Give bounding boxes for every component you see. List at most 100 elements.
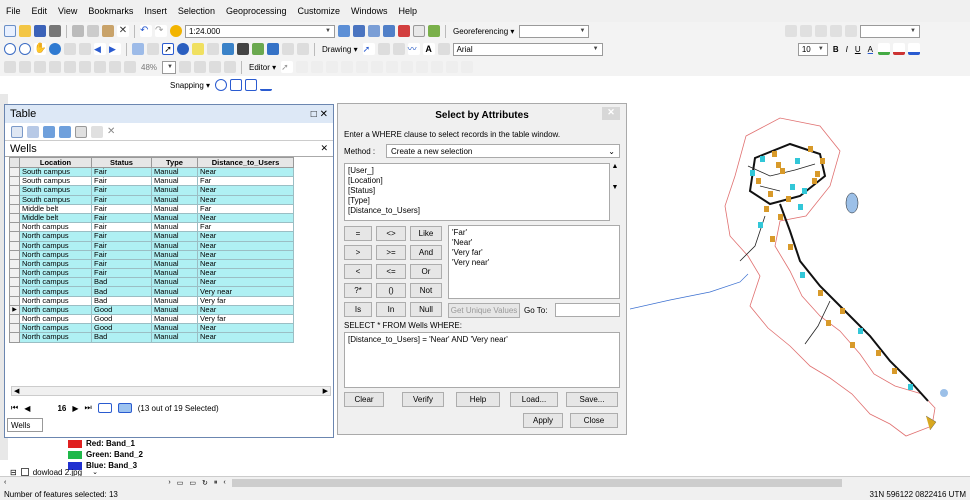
identify-icon[interactable] <box>177 43 189 55</box>
show-selected-records-icon[interactable] <box>117 403 132 413</box>
map-horizontal-scrollbar[interactable]: ‹ › ▭ ▭ ↻ ⏸ ‹ <box>0 476 970 488</box>
method-select[interactable]: Create a new selection ⌄ <box>386 144 620 158</box>
close-button[interactable]: Close <box>570 413 618 428</box>
table-cell[interactable]: Fair <box>91 185 152 196</box>
go-to-xy-icon[interactable] <box>267 43 279 55</box>
well-marker[interactable] <box>815 171 820 177</box>
georeferencing-menu[interactable]: Georeferencing ▾ <box>451 27 516 36</box>
operator-button[interactable]: () <box>376 283 406 298</box>
related-tables-icon[interactable] <box>27 125 39 138</box>
table-row[interactable]: North campus Bad Manual Very far <box>9 295 294 306</box>
table-cell[interactable]: Near <box>197 277 294 288</box>
menu-selection[interactable]: Selection <box>178 6 215 16</box>
table-cell[interactable]: North campus <box>19 332 92 343</box>
line-color-icon[interactable] <box>893 43 905 55</box>
row-selector[interactable] <box>9 240 20 251</box>
table-row[interactable]: South campus Fair Manual Near <box>9 194 294 205</box>
row-selector[interactable] <box>9 268 20 279</box>
table-cell[interactable]: Manual <box>151 286 198 297</box>
georef-tool-icon[interactable] <box>830 25 842 37</box>
save-button[interactable]: Save... <box>566 392 618 407</box>
python-icon[interactable] <box>413 25 425 37</box>
menu-bookmarks[interactable]: Bookmarks <box>88 6 133 16</box>
operator-button[interactable]: <> <box>376 226 406 241</box>
add-data-icon[interactable] <box>170 25 182 37</box>
table-cell[interactable]: North campus <box>19 240 92 251</box>
editor-toolbar-icon[interactable] <box>338 25 350 37</box>
table-cell[interactable]: Fair <box>91 240 152 251</box>
georeferencing-layer-combo[interactable]: ▼ <box>519 24 590 38</box>
focus-frame-icon[interactable] <box>194 61 207 73</box>
table-cell[interactable]: Manual <box>151 249 198 260</box>
switch-selection-icon[interactable] <box>59 125 71 138</box>
end-point-arc-icon[interactable] <box>326 61 339 73</box>
back-extent-icon[interactable]: ◀ <box>94 43 106 55</box>
row-selector[interactable] <box>9 258 20 270</box>
row-selector[interactable] <box>9 323 20 334</box>
operator-button[interactable]: Not <box>410 283 442 298</box>
close-icon[interactable]: ✕ <box>602 107 620 120</box>
paste-icon[interactable] <box>102 25 114 37</box>
georef-tool-icon[interactable] <box>845 25 857 37</box>
rotate-edit-icon[interactable] <box>386 61 399 73</box>
snapping-menu[interactable]: Snapping ▾ <box>168 81 212 90</box>
row-selector[interactable] <box>9 332 20 343</box>
italic-button[interactable]: I <box>844 45 850 54</box>
font-color-button[interactable]: A <box>866 45 875 54</box>
layout-zoom-combo[interactable]: ▼ <box>162 60 177 74</box>
table-cell[interactable]: Bad <box>91 286 152 297</box>
row-selector[interactable] <box>9 203 20 214</box>
well-marker[interactable] <box>758 222 763 228</box>
rotate-icon[interactable] <box>377 43 390 55</box>
scroll-left-icon[interactable]: ◀ <box>14 387 19 395</box>
find-icon[interactable] <box>237 43 249 55</box>
table-cell[interactable]: North campus <box>19 277 92 288</box>
table-row[interactable]: North campus Bad Manual Near <box>9 277 294 288</box>
table-cell[interactable]: Near <box>197 194 294 205</box>
operator-button[interactable]: Like <box>410 226 442 241</box>
refresh-icon[interactable]: ↻ <box>202 479 208 487</box>
font-size-combo[interactable]: 10 ▼ <box>797 42 828 56</box>
georef-tool-icon[interactable] <box>800 25 812 37</box>
open-folder-icon[interactable] <box>19 25 31 37</box>
select-elements-icon[interactable]: ➚ <box>362 43 375 55</box>
field-item[interactable]: [User_] <box>345 166 609 176</box>
restore-icon[interactable]: □ <box>311 109 317 120</box>
layout-zoom-out-icon[interactable] <box>19 61 31 73</box>
hyperlink-icon[interactable] <box>192 43 204 55</box>
measure-icon[interactable] <box>222 43 234 55</box>
well-marker[interactable] <box>826 320 831 326</box>
edge-snapping-icon[interactable] <box>260 79 273 91</box>
close-icon[interactable]: ✕ <box>320 143 328 154</box>
table-cell[interactable]: Near <box>197 212 294 224</box>
find-route-icon[interactable] <box>252 43 264 55</box>
zoom-in-icon[interactable] <box>4 43 16 55</box>
operator-button[interactable]: In <box>376 302 406 317</box>
redo-icon[interactable]: ↷ <box>155 25 167 37</box>
table-row[interactable]: North campus Fair Manual Near <box>9 240 294 251</box>
undo-icon[interactable]: ↶ <box>140 25 152 37</box>
operator-button[interactable]: Or <box>410 264 442 279</box>
well-marker[interactable] <box>778 214 783 220</box>
operator-button[interactable]: >= <box>376 245 406 260</box>
data-view-icon[interactable]: ▭ <box>189 479 196 487</box>
clear-button[interactable]: Clear <box>344 392 384 407</box>
menu-edit[interactable]: Edit <box>32 6 48 16</box>
well-marker[interactable] <box>786 196 791 202</box>
operator-button[interactable]: Is <box>344 302 372 317</box>
table-row[interactable]: North campus Bad Manual Very near <box>9 286 294 297</box>
layout-zoom-value[interactable]: 48% <box>139 63 159 72</box>
text-tool-icon[interactable]: A <box>422 43 435 55</box>
field-item[interactable]: [Location] <box>345 176 609 186</box>
table-cell[interactable]: North campus <box>19 231 92 242</box>
edit-annotation-icon[interactable] <box>296 61 309 73</box>
menu-view[interactable]: View <box>58 6 77 16</box>
well-marker[interactable] <box>790 184 795 190</box>
table-cell[interactable]: Very far <box>197 295 294 306</box>
table-cell[interactable]: Manual <box>151 277 198 288</box>
first-record-button[interactable]: ⏮ <box>11 403 18 413</box>
row-selector[interactable] <box>9 286 20 297</box>
table-row[interactable]: North campus Bad Manual Near <box>9 332 294 343</box>
current-record[interactable]: 16 <box>36 404 66 413</box>
table-cell[interactable]: North campus <box>19 286 92 297</box>
